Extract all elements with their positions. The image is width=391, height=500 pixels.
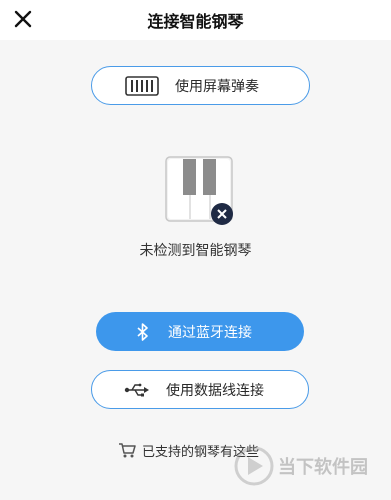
watermark-text: 当下软件园	[278, 457, 368, 478]
piano-status-graphic	[165, 156, 235, 226]
screen-play-button[interactable]: 使用屏幕弹奏	[91, 66, 310, 105]
bluetooth-connect-button[interactable]: 通过蓝牙连接	[96, 312, 304, 351]
bluetooth-icon	[137, 322, 148, 341]
supported-pianos-label: 已支持的钢琴有这些	[142, 444, 260, 460]
bluetooth-connect-label: 通过蓝牙连接	[168, 324, 252, 341]
page-title: 连接智能钢琴	[147, 12, 244, 31]
piano-keyboard-icon	[125, 75, 159, 96]
header: 连接智能钢琴	[0, 0, 391, 40]
status-text: 未检测到智能钢琴	[139, 243, 252, 259]
usb-icon	[124, 383, 149, 396]
cart-icon	[119, 443, 136, 458]
supported-pianos-link[interactable]: 已支持的钢琴有这些	[118, 440, 259, 460]
usb-connect-label: 使用数据线连接	[166, 382, 264, 399]
usb-connect-button[interactable]: 使用数据线连接	[91, 370, 309, 409]
piano-disconnected-icon	[165, 156, 233, 225]
screen-play-label: 使用屏幕弹奏	[175, 78, 259, 95]
